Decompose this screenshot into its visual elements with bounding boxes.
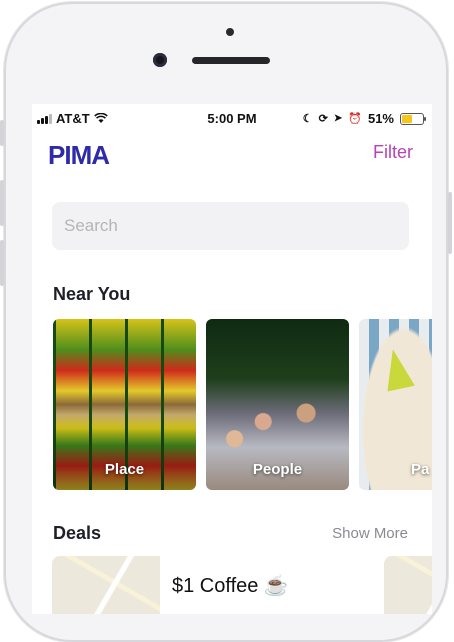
party-hat-image [379,346,415,392]
deals-title: Deals [53,523,102,543]
earpiece-speaker [192,57,270,64]
near-you-card-party[interactable]: Pa [359,319,432,490]
status-right: ☾ ⟳ ➤ ⏰ 51% [302,111,426,126]
card-label: Place [104,461,145,478]
mute-switch [0,120,4,146]
deal-card-next[interactable] [384,556,432,614]
moon-icon: ☾ [302,113,313,125]
location-icon: ➤ [333,113,343,124]
deal-map-thumbnail [384,556,432,614]
volume-up-button [0,180,4,226]
status-bar: AT&T 5:00 PM ☾ ⟳ ➤ ⏰ 51% [32,104,432,132]
app-logo: PIMA [48,140,110,170]
card-label: Pa [411,461,430,478]
deal-card-coffee[interactable]: $1 Coffee ☕ [52,556,374,614]
near-you-title: Near You [53,284,131,304]
phone-frame: AT&T 5:00 PM ☾ ⟳ ➤ ⏰ 51% PIMA Filter Nea… [0,2,452,642]
near-you-card-people[interactable]: People [206,319,349,490]
card-label: People [252,461,303,478]
power-button [448,192,452,254]
battery-icon [400,112,426,125]
volume-down-button [0,240,4,286]
alarm-icon: ⏰ [348,113,362,125]
battery-percent: 51% [367,111,394,126]
deal-map-thumbnail [52,556,162,614]
show-more-link[interactable]: Show More [332,525,408,542]
rotation-lock-icon: ⟳ [318,113,328,125]
deal-title: $1 Coffee ☕ [172,575,289,597]
filter-button[interactable]: Filter [373,142,413,163]
front-camera [153,53,167,67]
proximity-sensor [226,28,234,36]
search-input[interactable] [52,202,409,250]
app-screen: AT&T 5:00 PM ☾ ⟳ ➤ ⏰ 51% PIMA Filter Nea… [32,104,432,614]
near-you-card-place[interactable]: Place [53,319,196,490]
